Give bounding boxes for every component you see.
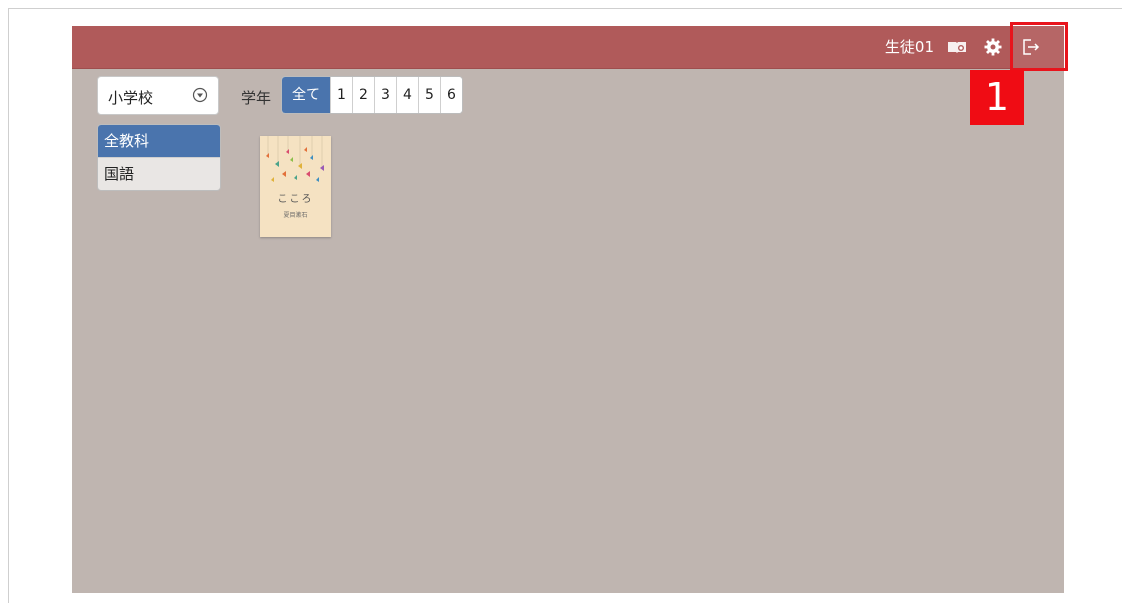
book-author: 夏目漱石 bbox=[283, 212, 308, 219]
grade-2-button[interactable]: 2 bbox=[352, 77, 374, 113]
subject-item-japanese[interactable]: 国語 bbox=[98, 157, 220, 190]
grade-all-button[interactable]: 全て bbox=[282, 77, 330, 113]
school-level-value: 小学校 bbox=[108, 89, 154, 107]
logout-highlight-frame bbox=[1010, 22, 1068, 71]
grade-filter: 全て 1 2 3 4 5 6 bbox=[281, 76, 463, 114]
grade-5-button[interactable]: 5 bbox=[418, 77, 440, 113]
chevron-down-icon bbox=[192, 87, 208, 103]
book-title: こころ bbox=[277, 194, 314, 205]
subject-item-all[interactable]: 全教科 bbox=[98, 125, 220, 157]
school-level-select[interactable]: 小学校 bbox=[97, 76, 219, 115]
top-bar: 生徒01 bbox=[72, 26, 1064, 69]
user-name: 生徒01 bbox=[884, 38, 934, 56]
butterflies-illustration bbox=[266, 136, 324, 182]
grade-1-button[interactable]: 1 bbox=[330, 77, 352, 113]
book-cover[interactable]: こころ 夏目漱石 bbox=[260, 136, 331, 237]
grade-label: 学年 bbox=[241, 89, 272, 107]
subject-list: 全教科 国語 bbox=[97, 124, 221, 191]
grade-6-button[interactable]: 6 bbox=[440, 77, 462, 113]
gear-icon[interactable] bbox=[982, 37, 1004, 57]
grade-3-button[interactable]: 3 bbox=[374, 77, 396, 113]
step-callout-badge: 1 bbox=[970, 70, 1024, 125]
book-icon[interactable] bbox=[946, 37, 968, 57]
library-app: 生徒01 小学校 学年 全て 1 2 3 4 5 6 全教科 国語 こころ 夏目… bbox=[72, 26, 1064, 593]
grade-4-button[interactable]: 4 bbox=[396, 77, 418, 113]
